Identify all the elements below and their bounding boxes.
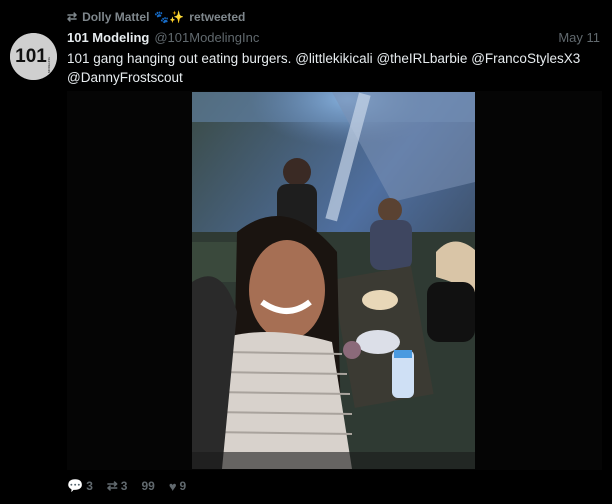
tweet-date[interactable]: May 11 xyxy=(558,30,600,45)
retweet-icon: ⇄ xyxy=(67,10,78,24)
reply-icon: 💬 xyxy=(67,478,84,493)
retweet-icon: ⇄ xyxy=(106,478,118,493)
tweet-actions: 💬 3 ⇄ 3 99 ♥ 9 xyxy=(67,478,186,494)
avatar-logo-subtext: MODELING xyxy=(47,56,51,73)
avatar[interactable]: 101 MODELING xyxy=(10,33,57,80)
heart-icon: ♥ xyxy=(168,478,177,494)
retweeter-name[interactable]: Dolly Mattel xyxy=(82,10,149,24)
quote-icon: 99 xyxy=(141,479,155,493)
mention-link[interactable]: @theIRLbarbie xyxy=(376,51,467,66)
mention-link[interactable]: @DannyFrostscout xyxy=(67,70,183,85)
tweet-text: 101 gang hanging out eating burgers. @li… xyxy=(67,49,607,87)
mention-link[interactable]: @littlekikicali xyxy=(295,51,372,66)
retweeter-emoji: 🐾✨ xyxy=(154,10,185,24)
author-name[interactable]: 101 Modeling xyxy=(67,30,149,45)
author-handle[interactable]: @101ModelingInc xyxy=(154,30,259,45)
like-count: 9 xyxy=(179,479,187,493)
quote-button[interactable]: 99 xyxy=(141,479,154,493)
retweet-context: ⇄ Dolly Mattel 🐾✨ retweeted xyxy=(67,10,245,24)
tweet-header: 101 Modeling @101ModelingInc May 11 xyxy=(67,30,600,45)
retweet-suffix: retweeted xyxy=(189,10,246,24)
reply-button[interactable]: 💬 3 xyxy=(67,478,93,494)
tweet-body: 101 gang hanging out eating burgers. xyxy=(67,51,292,66)
retweet-count: 3 xyxy=(120,479,128,493)
retweet-button[interactable]: ⇄ 3 xyxy=(107,478,128,494)
reply-count: 3 xyxy=(86,479,93,493)
avatar-logo-text: 101 xyxy=(15,46,47,67)
like-button[interactable]: ♥ 9 xyxy=(169,479,186,494)
mention-link[interactable]: @FrancoStylesX3 xyxy=(471,51,580,66)
tweet-photo[interactable] xyxy=(192,92,475,469)
